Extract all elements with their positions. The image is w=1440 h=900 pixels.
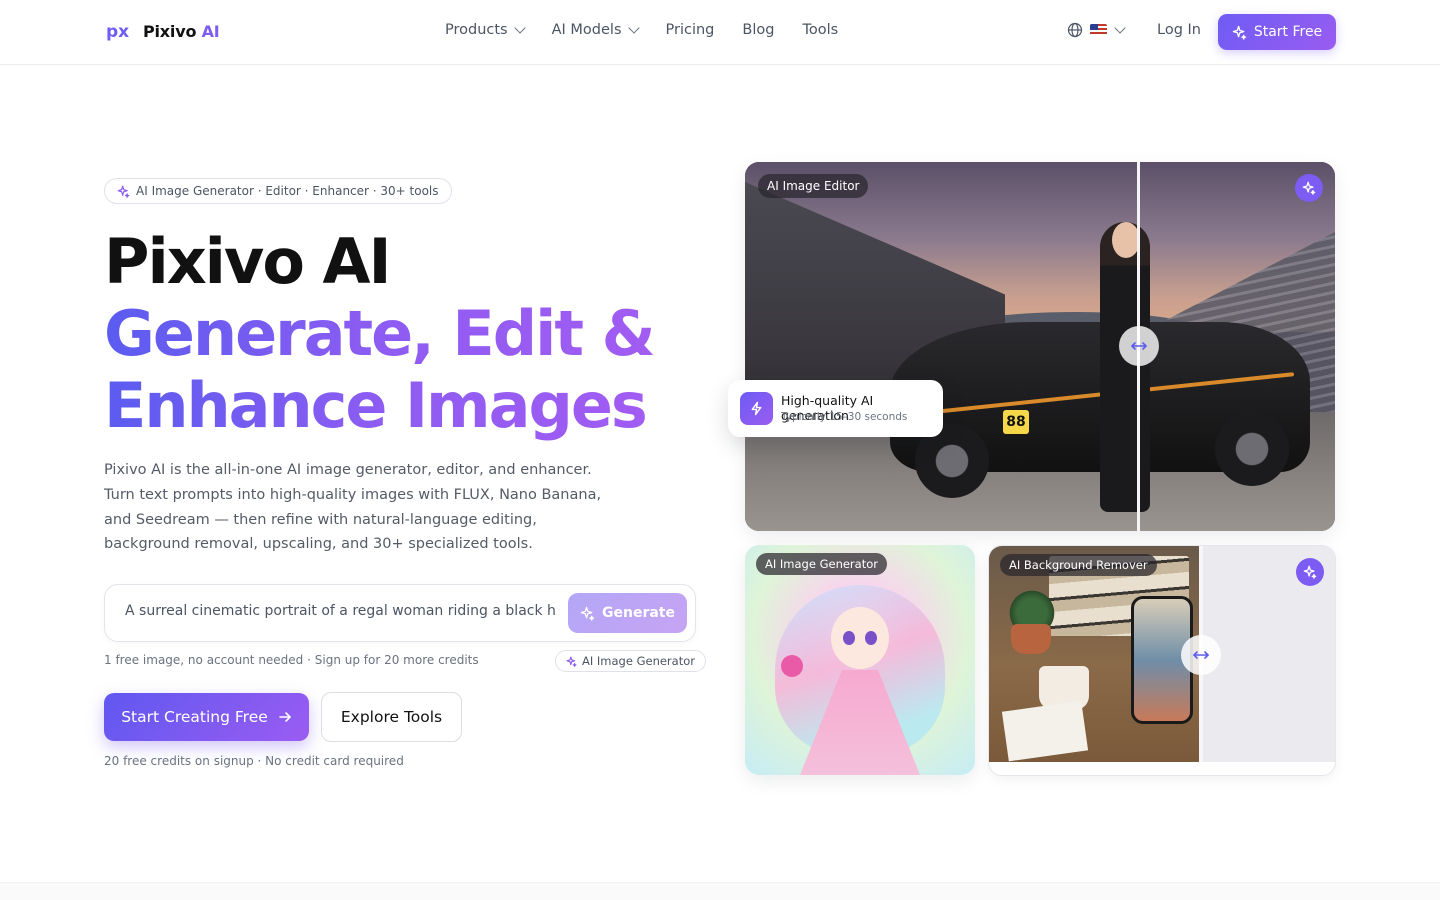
chevron-down-icon (1114, 22, 1126, 34)
car-number: 88 (1003, 410, 1029, 434)
nav-products-label: Products (445, 22, 508, 38)
next-section-edge (0, 882, 1440, 900)
us-flag-icon (1090, 24, 1107, 36)
nav-tools-label: Tools (802, 22, 839, 38)
start-free-label: Start Free (1253, 24, 1323, 40)
sparkle-badge[interactable] (1296, 558, 1324, 586)
arrow-right-icon (278, 712, 291, 722)
arrows-horizontal-icon (1193, 651, 1209, 659)
person-figure (1100, 222, 1150, 512)
anime-eye (865, 631, 877, 645)
free-image-note: 1 free image, no account needed · Sign u… (104, 653, 479, 667)
top-navbar: px Pixivo AI Products AI Models Pricing … (0, 0, 1440, 65)
prompt-box: Generate (104, 584, 696, 642)
mode-selector[interactable]: AI Image Generator (555, 650, 706, 672)
editor-tag: AI Image Editor (758, 174, 869, 198)
plant-pot (1011, 624, 1051, 654)
generator-showcase-card: AI Image Generator (745, 545, 975, 775)
mode-selector-label: AI Image Generator (582, 654, 695, 668)
sparkle-icon (566, 655, 577, 667)
main-nav: Products AI Models Pricing Blog Tools (445, 22, 838, 38)
chevron-down-icon (513, 22, 526, 34)
logo-text: Pixivo AI (143, 21, 220, 41)
car-wheel (1215, 412, 1289, 486)
language-selector[interactable] (1067, 22, 1126, 38)
sparkle-icon (117, 185, 130, 198)
hero-title-line3: Enhance Images (104, 370, 654, 442)
nav-blog[interactable]: Blog (742, 22, 774, 38)
nav-blog-label: Blog (742, 22, 775, 38)
hero-title-line2: Generate, Edit & (104, 297, 656, 370)
hero-title: Pixivo AI Generate, Edit & Enhance Image… (104, 225, 656, 442)
nav-pricing[interactable]: Pricing (666, 22, 715, 38)
generate-button[interactable]: Generate (568, 593, 687, 633)
start-creating-label: Start Creating Free (121, 708, 268, 726)
anime-rose (781, 655, 803, 677)
login-link[interactable]: Log In (1157, 22, 1201, 38)
feature-pill: AI Image Generator · Editor · Enhancer ·… (104, 178, 452, 204)
sparkle-icon (1303, 565, 1317, 579)
desk-photo (989, 546, 1199, 762)
credits-note: 20 free credits on signup · No credit ca… (104, 754, 404, 768)
anime-face (831, 607, 889, 669)
hero-description: Pixivo AI is the all-in-one AI image gen… (104, 462, 602, 553)
generate-label: Generate (602, 605, 675, 621)
notepad (1001, 700, 1089, 762)
logo-icon: px (106, 20, 134, 42)
compare-handle[interactable] (1181, 635, 1221, 675)
editor-showcase-card: 88 AI Image Editor (745, 162, 1335, 531)
nav-tools[interactable]: Tools (802, 22, 838, 38)
arrows-horizontal-icon (1131, 342, 1147, 350)
person-head (1112, 222, 1140, 258)
feature-pill-text: AI Image Generator · Editor · Enhancer ·… (136, 184, 439, 198)
hero-title-line1: Pixivo AI (104, 225, 392, 298)
svg-text:px: px (106, 22, 129, 42)
bg-remover-tag: AI Background Remover (1000, 554, 1157, 576)
chevron-down-icon (627, 22, 640, 34)
nav-ai-models[interactable]: AI Models (551, 22, 640, 38)
anime-eye (843, 631, 855, 645)
start-creating-button[interactable]: Start Creating Free (104, 693, 309, 741)
lightning-icon (740, 392, 773, 425)
logo[interactable]: px Pixivo AI (106, 20, 220, 43)
generation-info-card: High-quality AI generation Typically 15–… (728, 380, 943, 437)
sparkle-icon (1302, 181, 1316, 195)
globe-icon (1067, 22, 1083, 38)
generation-info-subtitle: Typically 15–30 seconds (781, 411, 908, 423)
sparkle-icon (580, 606, 595, 621)
prompt-input[interactable] (125, 603, 555, 619)
compare-handle[interactable] (1119, 326, 1159, 366)
nav-ai-models-label: AI Models (551, 22, 622, 38)
sparkle-badge[interactable] (1295, 174, 1323, 202)
start-free-button[interactable]: Start Free (1218, 14, 1336, 50)
sparkle-icon (1232, 25, 1247, 40)
explore-tools-button[interactable]: Explore Tools (321, 692, 462, 742)
nav-pricing-label: Pricing (665, 22, 715, 38)
explore-tools-label: Explore Tools (340, 708, 443, 726)
bg-remover-showcase-card: AI Background Remover (988, 545, 1336, 776)
nav-products[interactable]: Products (445, 22, 526, 38)
generator-tag: AI Image Generator (756, 553, 887, 575)
